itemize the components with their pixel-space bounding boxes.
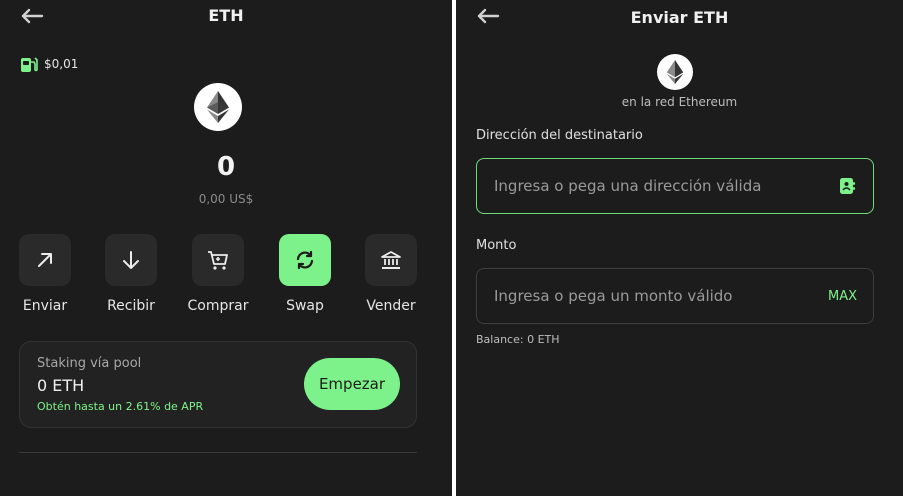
- swap-action[interactable]: Swap: [269, 234, 341, 314]
- ethereum-logo-icon: [657, 54, 693, 90]
- swap-icon: [296, 250, 314, 270]
- gas-fee-value: $0,01: [44, 57, 79, 71]
- recipient-label: Dirección del destinatario: [476, 128, 643, 143]
- send-action[interactable]: Enviar: [9, 234, 81, 314]
- arrow-up-right-icon: [38, 253, 52, 267]
- cart-icon: [208, 251, 228, 270]
- buy-button[interactable]: [192, 234, 244, 286]
- gas-fee-indicator: $0,01: [20, 55, 78, 73]
- divider: [19, 452, 417, 453]
- swap-button[interactable]: [279, 234, 331, 286]
- send-eth-screen: Enviar ETH en la red Ethereum Dirección …: [456, 0, 903, 496]
- balance-label: Balance:: [476, 333, 524, 346]
- arrow-down-icon: [123, 251, 139, 269]
- ethereum-logo-icon: [194, 83, 242, 131]
- page-title: Enviar ETH: [630, 8, 729, 27]
- amount-input[interactable]: [494, 287, 828, 305]
- recipient-input[interactable]: [494, 177, 837, 195]
- gas-pump-icon: [21, 57, 38, 72]
- staking-apr: Obtén hasta un 2.61% de APR: [37, 400, 204, 413]
- start-staking-button[interactable]: Empezar: [304, 358, 400, 410]
- staking-title: Staking vía pool: [37, 356, 142, 371]
- recipient-field[interactable]: [476, 158, 874, 214]
- sell-button[interactable]: [365, 234, 417, 286]
- page-title: ETH: [208, 6, 244, 25]
- balance-amount: 0: [216, 152, 236, 182]
- send-label: Enviar: [22, 298, 68, 314]
- available-balance: Balance: 0 ETH: [476, 333, 560, 346]
- max-button[interactable]: MAX: [828, 289, 857, 304]
- amount-field[interactable]: MAX: [476, 268, 874, 324]
- staking-card: Staking vía pool 0 ETH Obtén hasta un 2.…: [19, 341, 417, 428]
- buy-label: Comprar: [187, 298, 249, 314]
- balance-value: 0 ETH: [527, 333, 560, 346]
- sell-action[interactable]: Vender: [355, 234, 427, 314]
- receive-action[interactable]: Recibir: [95, 234, 167, 314]
- network-label: en la red Ethereum: [621, 95, 738, 109]
- address-book-button[interactable]: [837, 176, 857, 196]
- balance-fiat: 0,00 US$: [198, 192, 254, 206]
- bank-icon: [381, 251, 401, 269]
- buy-action[interactable]: Comprar: [182, 234, 254, 314]
- sell-label: Vender: [366, 298, 416, 314]
- swap-label: Swap: [286, 298, 324, 314]
- amount-label: Monto: [476, 238, 517, 253]
- receive-button[interactable]: [105, 234, 157, 286]
- eth-asset-screen: ETH $0,01 0 0,00 US$ Enviar Recibir Comp…: [0, 0, 452, 496]
- staking-value: 0 ETH: [37, 376, 85, 395]
- address-book-icon: [840, 178, 855, 194]
- receive-label: Recibir: [107, 298, 155, 314]
- send-button[interactable]: [19, 234, 71, 286]
